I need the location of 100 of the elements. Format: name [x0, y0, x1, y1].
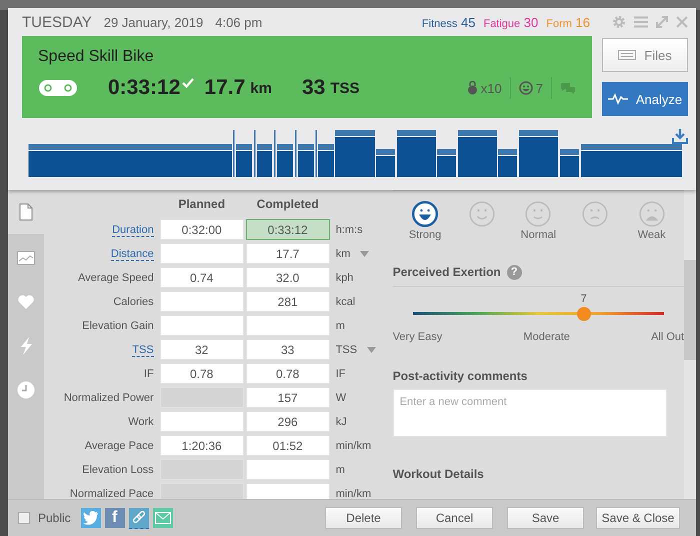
planned-field[interactable]	[160, 411, 244, 432]
field-label: Work	[128, 416, 154, 428]
unit-label: TSS	[336, 344, 358, 356]
field-label: Calories	[113, 296, 154, 308]
settings-icon[interactable]	[612, 15, 626, 29]
chain-link-icon	[38, 79, 78, 97]
field-label: Elevation Loss	[82, 464, 154, 476]
column-header: Completed	[256, 196, 320, 211]
kettlebell-icon	[466, 81, 478, 95]
completed-field[interactable]: 17.7	[246, 243, 330, 264]
field-link[interactable]: TSS	[132, 344, 154, 357]
completed-field[interactable]: 157	[246, 387, 330, 408]
feel-label: Weak	[638, 228, 666, 241]
footer-button[interactable]: Save & Close	[596, 507, 680, 530]
metric-label: Fatigue 30	[483, 14, 538, 30]
planned-field[interactable]: 0.74	[160, 267, 244, 288]
day-label: TUESDAY	[22, 14, 92, 30]
planned-field[interactable]: 32	[160, 339, 244, 360]
analyze-button[interactable]: Analyze	[602, 82, 688, 116]
unit-label: kJ	[336, 416, 347, 428]
public-label: Public	[38, 511, 71, 526]
slider-label: Very Easy	[392, 330, 442, 343]
completed-field[interactable]	[246, 315, 330, 336]
menu-icon[interactable]	[634, 16, 648, 28]
unit-label: IF	[336, 368, 346, 380]
field-link[interactable]: Duration	[112, 224, 154, 237]
planned-field[interactable]: 1:20:36	[160, 435, 244, 456]
face-icon[interactable]	[412, 200, 438, 227]
workout-title: Speed Skill Bike	[38, 48, 155, 66]
expand-icon[interactable]	[656, 16, 668, 28]
strength-count: x10	[480, 80, 502, 96]
comments-icon	[560, 82, 576, 94]
footer-button[interactable]: Delete	[325, 507, 402, 530]
document-icon	[18, 202, 33, 221]
column-header: Planned	[177, 196, 226, 211]
chart-icon	[16, 250, 35, 265]
dropdown-icon[interactable]	[360, 250, 370, 257]
close-icon[interactable]	[676, 16, 688, 28]
unit-label: W	[336, 392, 346, 404]
field-label: Normalized Power	[64, 392, 154, 404]
slider-label: All Out	[651, 330, 684, 343]
heart-icon	[16, 294, 35, 310]
planned-field[interactable]	[160, 243, 244, 264]
feel-label: Normal	[520, 228, 556, 241]
section-title: Post-activity comments	[392, 368, 528, 383]
completed-field[interactable]	[246, 459, 330, 480]
field-label: Elevation Gain	[82, 320, 154, 332]
distance-value: 17.7	[204, 76, 246, 100]
tss-unit: TSS	[330, 80, 360, 96]
field-label: IF	[144, 368, 154, 380]
completed-field[interactable]: 32.0	[246, 267, 330, 288]
footer-button[interactable]: Cancel	[416, 507, 493, 530]
planned-field[interactable]	[160, 291, 244, 312]
dropdown-icon[interactable]	[367, 346, 376, 353]
unit-label: h:m:s	[336, 224, 363, 236]
date-label: 29 January, 2019	[104, 14, 204, 30]
section-title: Perceived Exertion	[392, 265, 501, 280]
unit-label: min/km	[336, 440, 372, 452]
planned-field[interactable]: 0.78	[160, 363, 244, 384]
completed-field[interactable]: 281	[246, 291, 330, 312]
completed-field[interactable]: 0.78	[246, 363, 330, 384]
tss-value: 33	[302, 76, 326, 100]
list-icon	[618, 50, 636, 60]
planned-field[interactable]: 0:32:00	[160, 219, 244, 240]
planned-field[interactable]	[160, 315, 244, 336]
metric-label: Fitness 45	[422, 14, 476, 30]
unit-label: kph	[336, 272, 354, 284]
field-label: Average Speed	[78, 272, 154, 284]
download-icon[interactable]	[672, 128, 688, 144]
field-link[interactable]: Distance	[110, 248, 154, 261]
time-label: 4:06 pm	[215, 14, 262, 30]
link-icon[interactable]	[128, 508, 149, 529]
footer-button[interactable]: Save	[507, 507, 584, 530]
comment-field[interactable]: Enter a new comment	[392, 388, 667, 437]
clock-icon	[16, 380, 35, 399]
metric-label: Form 16	[546, 14, 590, 30]
bird-icon[interactable]	[80, 508, 101, 528]
completed-field[interactable]: 0:33:12	[246, 219, 330, 240]
feel-value: 7	[536, 80, 543, 96]
completed-field[interactable]: 01:52	[246, 435, 330, 456]
completed-field[interactable]: 33	[246, 339, 330, 360]
slider-thumb[interactable]	[576, 306, 591, 321]
slider-label: Moderate	[523, 330, 570, 343]
unit-label: km	[336, 248, 350, 260]
unit-label: kcal	[336, 296, 356, 308]
duration-value: 0:33:12	[108, 76, 180, 100]
pulse-icon	[608, 93, 628, 105]
field-label: Normalized Pace	[70, 488, 154, 500]
completed-field[interactable]: 296	[246, 411, 330, 432]
slider-reading: 7	[580, 292, 587, 305]
unit-label: m	[336, 464, 345, 476]
feel-label: Strong	[408, 228, 442, 241]
public-checkbox[interactable]	[18, 512, 30, 524]
scrollbar-thumb[interactable]	[684, 260, 696, 360]
distance-unit: km	[250, 80, 272, 96]
section-title: Workout Details	[392, 466, 485, 481]
lightning-icon	[18, 336, 33, 355]
completed-field[interactable]	[246, 483, 330, 500]
field-label: Average Pace	[84, 440, 154, 452]
document-tab[interactable]	[8, 190, 44, 234]
